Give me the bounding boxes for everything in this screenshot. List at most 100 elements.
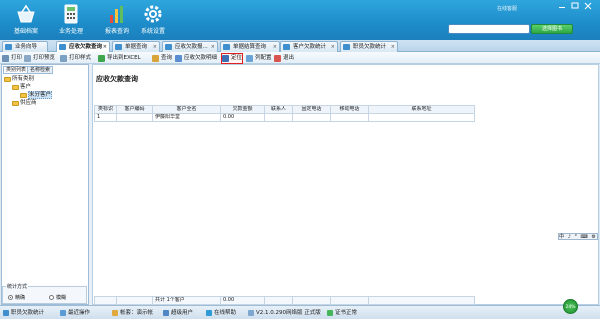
exit-button[interactable]: 退出 bbox=[274, 54, 294, 63]
folder-icon bbox=[4, 77, 11, 82]
column-header[interactable]: 联系人 bbox=[264, 105, 293, 114]
print-style-button[interactable]: 打印样式 bbox=[60, 54, 91, 63]
stat-method-group: 统计方式 精确 模糊 bbox=[2, 283, 87, 304]
tab-icon bbox=[3, 310, 9, 316]
detail-icon bbox=[175, 55, 182, 62]
minimize-icon[interactable] bbox=[557, 2, 567, 10]
tab-settlement-query[interactable]: 单据结算查询 × bbox=[220, 41, 280, 52]
column-header[interactable]: 固定电话 bbox=[292, 105, 331, 114]
search-input[interactable] bbox=[448, 24, 530, 34]
nav-business-button[interactable]: 业务处理 bbox=[51, 3, 91, 39]
column-header[interactable]: 联系地址 bbox=[368, 105, 475, 114]
calculator-icon bbox=[60, 3, 82, 25]
table-cell bbox=[292, 113, 331, 122]
radio-fuzzy[interactable]: 模糊 bbox=[49, 295, 66, 301]
footer-cell bbox=[292, 296, 331, 305]
close-icon[interactable]: × bbox=[153, 42, 157, 52]
close-icon[interactable]: × bbox=[331, 42, 335, 52]
tab-customer-debt-stats[interactable]: 客户欠款统计 × bbox=[280, 41, 338, 52]
locate-button[interactable]: 定位 bbox=[220, 53, 244, 64]
status-user: 超级用户 bbox=[163, 309, 193, 317]
account-icon bbox=[112, 310, 118, 316]
receivable-detail-button[interactable]: 应收欠款明细 bbox=[175, 54, 217, 63]
close-icon[interactable] bbox=[583, 2, 593, 10]
footer-total-amount: 0.00 bbox=[220, 296, 265, 305]
radio-exact[interactable]: 精确 bbox=[8, 295, 25, 301]
tree-node-unassigned-customers[interactable]: 未分客户 bbox=[20, 91, 53, 99]
print-preview-icon bbox=[24, 55, 31, 62]
status-bar: 职员欠款统计 最近操作 帐套：演示帐 超级用户 在线帮助 V2.1.0.290网… bbox=[0, 305, 600, 319]
columns-icon bbox=[246, 55, 253, 62]
radio-checked-icon bbox=[8, 295, 13, 300]
tree-node-all-categories[interactable]: 所有类别 bbox=[4, 76, 34, 83]
column-header[interactable]: 欠款金额 bbox=[220, 105, 265, 114]
maximize-icon[interactable] bbox=[570, 2, 580, 10]
export-excel-button[interactable]: 导出到EXCEL bbox=[98, 54, 141, 63]
online-service-link[interactable]: 在线客服 bbox=[497, 5, 517, 12]
nav-report-button[interactable]: 报表查询 bbox=[97, 3, 137, 39]
close-icon[interactable]: × bbox=[391, 42, 395, 52]
recent-operations-button[interactable]: 最近操作 bbox=[60, 309, 90, 317]
footer-cell bbox=[330, 296, 369, 305]
table-cell bbox=[368, 113, 475, 122]
nav-label: 业务处理 bbox=[58, 28, 83, 35]
folder-icon bbox=[12, 101, 19, 106]
tab-icon bbox=[223, 44, 230, 50]
tree-node-suppliers[interactable]: 供应商 bbox=[12, 100, 37, 107]
tab-icon bbox=[5, 44, 12, 50]
footer-cell bbox=[264, 296, 293, 305]
table-cell: 1 bbox=[94, 113, 117, 122]
nav-label: 基础档案 bbox=[13, 28, 38, 35]
exit-icon bbox=[274, 55, 281, 62]
column-header[interactable]: 类标识 bbox=[94, 105, 117, 114]
search-button[interactable]: 选择图书 bbox=[531, 24, 573, 34]
column-header[interactable]: 客户编码 bbox=[116, 105, 153, 114]
tab-receivable-query[interactable]: 应收欠款查询 × bbox=[56, 41, 110, 52]
performance-gauge[interactable]: 24% bbox=[563, 299, 578, 314]
online-help-button[interactable]: 在线帮助 bbox=[206, 309, 236, 317]
query-button[interactable]: 查询 bbox=[152, 54, 172, 63]
tab-name-search[interactable]: 名称检索 bbox=[27, 66, 54, 74]
tab-receivable-report[interactable]: 应收欠款报... × bbox=[162, 41, 218, 52]
folder-icon bbox=[12, 85, 19, 90]
nav-basic-archive-button[interactable]: 基础档案 bbox=[6, 3, 46, 39]
tab-document-query[interactable]: 单据查询 × bbox=[112, 41, 160, 52]
nav-settings-button[interactable]: 系统设置 bbox=[133, 3, 173, 39]
table-cell bbox=[264, 113, 293, 122]
tab-staff-debt-stats[interactable]: 职员欠款统计 × bbox=[340, 41, 398, 52]
status-account-set: 帐套：演示帐 bbox=[112, 309, 153, 317]
print-button[interactable]: 打印 bbox=[2, 54, 22, 63]
table-cell bbox=[116, 113, 153, 122]
tab-icon bbox=[283, 44, 290, 50]
folder-icon bbox=[20, 93, 27, 98]
status-current-tab[interactable]: 职员欠款统计 bbox=[3, 309, 44, 317]
tab-icon bbox=[343, 44, 350, 50]
document-tabs: 业务向导 应收欠款查询 × 单据查询 × 应收欠款报... × 单据结算查询 × 客户欠… bbox=[0, 40, 600, 52]
tab-business-guide[interactable]: 业务向导 bbox=[2, 41, 48, 52]
status-certificate: 证书正常 bbox=[327, 309, 357, 317]
close-icon[interactable]: × bbox=[211, 42, 215, 52]
tab-category-list[interactable]: 类别列表 bbox=[3, 66, 30, 74]
grid-footer: 共计 1个客户 0.00 bbox=[94, 296, 475, 305]
close-icon[interactable]: × bbox=[273, 42, 277, 52]
footer-total-label: 共计 1个客户 bbox=[152, 296, 221, 305]
ime-toolbar[interactable]: 中 ♪ ° ⌨ ⚙ bbox=[558, 233, 598, 240]
tree-node-customers[interactable]: 客户 bbox=[12, 84, 31, 91]
print-preview-button[interactable]: 打印预览 bbox=[24, 54, 55, 63]
table-cell: 伊藤阳华堂 bbox=[152, 113, 221, 122]
category-panel: 类别列表 名称检索 所有类别 客户 未分客户 供应商 bbox=[1, 64, 89, 305]
radio-unchecked-icon bbox=[49, 295, 54, 300]
column-header[interactable]: 客户全名 bbox=[152, 105, 221, 114]
gear-icon bbox=[142, 3, 164, 25]
version-icon bbox=[248, 310, 254, 316]
user-icon bbox=[163, 310, 169, 316]
stat-method-legend: 统计方式 bbox=[6, 283, 29, 290]
close-icon[interactable]: × bbox=[103, 42, 107, 52]
status-version: V2.1.0.290网络版 正式版 bbox=[248, 309, 321, 317]
table-row[interactable]: 1 伊藤阳华堂 0.00 bbox=[94, 113, 475, 122]
column-header[interactable]: 移动电话 bbox=[330, 105, 369, 114]
nav-label: 报表查询 bbox=[104, 28, 129, 35]
basket-icon bbox=[15, 3, 37, 25]
column-config-button[interactable]: 列配置 bbox=[246, 54, 272, 63]
tab-icon bbox=[59, 44, 66, 50]
